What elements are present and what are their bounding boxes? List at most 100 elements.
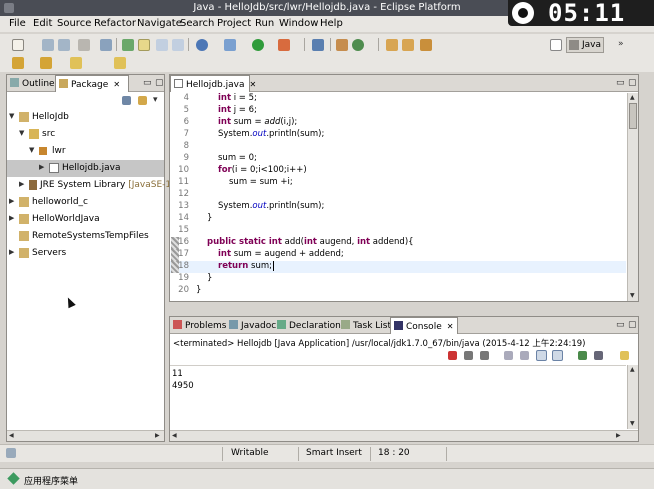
scroll-thumb[interactable] — [629, 103, 637, 129]
scroll-down-icon[interactable]: ▼ — [630, 292, 635, 299]
scroll-up-icon[interactable]: ▲ — [630, 94, 635, 101]
code-line[interactable]: 8 — [170, 141, 626, 153]
save-all-icon[interactable] — [58, 39, 70, 51]
tree-item-lwr[interactable]: ▼ lwr — [7, 143, 164, 160]
tree-item-remotesystems[interactable]: RemoteSystemsTempFiles — [7, 228, 164, 245]
tab-package[interactable]: Package ✕ — [55, 75, 129, 92]
collapse-all-icon[interactable] — [122, 96, 131, 105]
code-line[interactable]: 16 public static int add(int augend, int … — [170, 237, 626, 249]
clear-console-icon[interactable] — [504, 351, 513, 360]
tree-item-src[interactable]: ▼ src — [7, 126, 164, 143]
display-console-icon[interactable] — [594, 351, 603, 360]
code-line[interactable]: 6 int sum = add(i,j); — [170, 117, 626, 129]
pin-icon[interactable] — [122, 39, 134, 51]
code-line[interactable]: 4 int i = 5; — [170, 93, 626, 105]
open-console-icon[interactable] — [620, 351, 629, 360]
tree-item-servers[interactable]: ▶ Servers — [7, 245, 164, 262]
code-line[interactable]: 12 — [170, 189, 626, 201]
back-icon[interactable] — [70, 57, 82, 69]
new-class-icon[interactable] — [336, 39, 348, 51]
search-tool-icon[interactable] — [420, 39, 432, 51]
code-line[interactable]: 11 sum = sum +i; — [170, 177, 626, 189]
show-stdout-icon[interactable] — [536, 350, 547, 361]
tree-item-hellojdb[interactable]: ▼ HelloJdb — [7, 109, 164, 126]
run-external-icon[interactable] — [278, 39, 290, 51]
scroll-down-icon[interactable]: ▼ — [630, 420, 635, 427]
code-line[interactable]: 10 for(i = 0;i<100;i++) — [170, 165, 626, 177]
link-editor-icon[interactable] — [138, 96, 147, 105]
tree-item-helloworld-c[interactable]: ▶ helloworld_c — [7, 194, 164, 211]
new-icon[interactable] — [12, 39, 24, 51]
open-type-icon[interactable] — [386, 39, 398, 51]
code-line[interactable]: 13 System.out.println(sum); — [170, 201, 626, 213]
console-output[interactable]: 11 4950 — [170, 365, 626, 429]
save-icon[interactable] — [42, 39, 54, 51]
prev-annotation-icon[interactable] — [40, 57, 52, 69]
java-perspective-button[interactable]: Java — [566, 37, 604, 53]
close-icon[interactable]: ✕ — [447, 322, 454, 331]
menu-run[interactable]: Run — [255, 18, 274, 29]
remove-all-icon[interactable] — [480, 351, 489, 360]
tab-console[interactable]: Console ✕ — [390, 317, 458, 334]
menu-refactor[interactable]: Refactor — [94, 18, 136, 29]
minimize-icon[interactable]: ▭ — [616, 78, 625, 88]
new-generic-icon[interactable] — [352, 39, 364, 51]
code-line[interactable]: 5 int j = 6; — [170, 105, 626, 117]
collapse-arrow-icon[interactable]: ▶ — [19, 180, 24, 188]
scroll-left-icon[interactable]: ◀ — [9, 432, 14, 439]
server-icon[interactable] — [100, 39, 112, 51]
editor-vscrollbar[interactable]: ▲ ▼ — [627, 93, 638, 301]
menu-window[interactable]: Window — [279, 18, 318, 29]
web-browser-icon[interactable] — [196, 39, 208, 51]
tab-outline[interactable]: Outline — [7, 75, 55, 92]
code-line[interactable]: 14} — [170, 213, 626, 225]
expand-arrow-icon[interactable]: ▼ — [9, 112, 14, 120]
mark-occurrences-icon[interactable] — [138, 39, 150, 51]
tab-hellojdb-java[interactable]: Hellojdb.java ✕ — [170, 75, 256, 92]
minimize-icon[interactable]: ▭ — [143, 78, 152, 88]
collapse-arrow-icon[interactable]: ▶ — [9, 197, 14, 205]
menu-file[interactable]: File — [9, 18, 26, 29]
scroll-up-icon[interactable]: ▲ — [630, 366, 635, 373]
expand-arrow-icon[interactable]: ▼ — [19, 129, 24, 137]
code-line[interactable]: 18 return sum; — [170, 261, 626, 273]
view-menu-icon[interactable]: ▾ — [153, 95, 158, 105]
console-hscrollbar[interactable]: ◀ ▶ — [170, 430, 638, 441]
code-line[interactable]: 7 System.out.println(sum); — [170, 129, 626, 141]
maximize-icon[interactable]: ▢ — [628, 78, 637, 88]
collapse-arrow-icon[interactable]: ▶ — [9, 214, 14, 222]
code-line[interactable]: 9 sum = 0; — [170, 153, 626, 165]
expand-arrow-icon[interactable]: ▼ — [29, 146, 34, 154]
overflow-icon[interactable]: » — [618, 39, 624, 49]
code-area[interactable]: 4 int i = 5; 5 int j = 6; 6 int sum = add(i,j… — [170, 93, 626, 301]
package-hscrollbar[interactable]: ◀ ▶ — [7, 430, 164, 441]
menu-search[interactable]: Search — [180, 18, 214, 29]
close-icon[interactable]: ✕ — [249, 80, 256, 89]
remove-launch-icon[interactable] — [464, 351, 473, 360]
collapse-arrow-icon[interactable]: ▶ — [9, 248, 14, 256]
show-stderr-icon[interactable] — [552, 350, 563, 361]
minimize-icon[interactable]: ▭ — [616, 320, 625, 330]
tree-item-helloworldjava[interactable]: ▶ HelloWorldJava — [7, 211, 164, 228]
code-line[interactable]: 20} — [170, 285, 626, 297]
menu-source[interactable]: Source — [57, 18, 91, 29]
collapse-arrow-icon[interactable]: ▶ — [39, 163, 44, 171]
debug-icon[interactable] — [224, 39, 236, 51]
tree-item-hellojdb-java[interactable]: ▶ Hellojdb.java — [7, 160, 164, 177]
tree-item-jre[interactable]: ▶ JRE System Library [JavaSE-1.7] — [7, 177, 183, 194]
toggle-block-icon[interactable] — [156, 39, 168, 51]
open-task-icon[interactable] — [402, 39, 414, 51]
app-menu-icon[interactable] — [7, 472, 20, 485]
terminate-icon[interactable] — [448, 351, 457, 360]
next-annotation-icon[interactable] — [12, 57, 24, 69]
scroll-lock-icon[interactable] — [520, 351, 529, 360]
code-line[interactable]: 17 int sum = augend + addend; — [170, 249, 626, 261]
app-menu-label[interactable]: 应用程序菜单 — [24, 474, 78, 487]
open-perspective-icon[interactable] — [550, 39, 562, 51]
code-line[interactable]: 19} — [170, 273, 626, 285]
show-whitespace-icon[interactable] — [172, 39, 184, 51]
tab-problems[interactable]: Problems — [170, 317, 226, 334]
scroll-right-icon[interactable]: ▶ — [155, 432, 160, 439]
fast-view-icon[interactable] — [6, 448, 16, 458]
scroll-right-icon[interactable]: ▶ — [616, 432, 621, 439]
